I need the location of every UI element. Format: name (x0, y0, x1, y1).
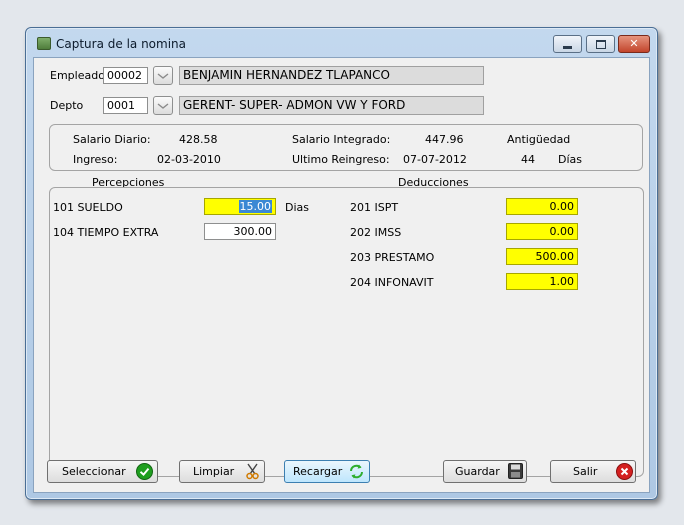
prestamo-input[interactable]: 500.00 (506, 248, 578, 265)
infonavit-input[interactable]: 1.00 (506, 273, 578, 290)
tiempo-extra-input[interactable]: 300.00 (204, 223, 276, 240)
deduccion-label: 201 ISPT (350, 201, 399, 214)
app-icon (37, 37, 51, 50)
depto-code-input[interactable]: 0001 (103, 97, 148, 114)
main-window: Captura de la nomina ✕ Empleado 00002 BE… (25, 27, 658, 500)
empleado-code-input[interactable]: 00002 (103, 67, 148, 84)
deduccion-label: 204 INFONAVIT (350, 276, 434, 289)
recargar-button[interactable]: Recargar (284, 460, 370, 483)
form-area: Empleado 00002 BENJAMIN HERNANDEZ TLAPAN… (33, 57, 650, 493)
seleccionar-label: Seleccionar (62, 465, 126, 478)
sueldo-input[interactable]: 15.00 (204, 198, 276, 215)
title-bar[interactable]: Captura de la nomina ✕ (26, 28, 657, 56)
floppy-disk-icon (508, 463, 523, 479)
close-window-button[interactable]: ✕ (618, 35, 650, 53)
chevron-down-icon (157, 103, 169, 109)
limpiar-button[interactable]: Limpiar (179, 460, 265, 483)
close-icon (616, 463, 633, 480)
antiguedad-value: 44 (521, 153, 535, 166)
ispt-input[interactable]: 0.00 (506, 198, 578, 215)
sueldo-unit-label: Dias (285, 201, 309, 214)
refresh-icon (350, 464, 363, 479)
scissors-icon (246, 463, 259, 480)
salario-integrado-label: Salario Integrado: (292, 133, 391, 146)
check-icon (136, 463, 153, 480)
deduccion-label: 203 PRESTAMO (350, 251, 435, 264)
salir-label: Salir (573, 465, 598, 478)
imss-input[interactable]: 0.00 (506, 223, 578, 240)
antiguedad-label: Antigüedad (507, 133, 571, 146)
percepcion-label: 104 TIEMPO EXTRA (53, 226, 159, 239)
window-title: Captura de la nomina (56, 37, 187, 51)
dias-label: Días (558, 153, 582, 166)
depto-name-field: GERENT- SUPER- ADMON VW Y FORD (179, 96, 484, 115)
empleado-dropdown-button[interactable] (153, 66, 173, 85)
seleccionar-button[interactable]: Seleccionar (47, 460, 158, 483)
ingreso-value: 02-03-2010 (157, 153, 221, 166)
minimize-icon (563, 45, 572, 49)
salir-button[interactable]: Salir (550, 460, 636, 483)
ultimo-reingreso-value: 07-07-2012 (403, 153, 467, 166)
maximize-button[interactable] (586, 35, 615, 53)
chevron-down-icon (157, 73, 169, 79)
limpiar-label: Limpiar (193, 465, 235, 478)
close-window-icon: ✕ (629, 37, 639, 50)
empleado-name-field: BENJAMIN HERNANDEZ TLAPANCO (179, 66, 484, 85)
ingreso-label: Ingreso: (73, 153, 118, 166)
percepcion-label: 101 SUELDO (53, 201, 123, 214)
salario-diario-value: 428.58 (179, 133, 218, 146)
conceptos-panel: 101 SUELDO 15.00 Dias 104 TIEMPO EXTRA 3… (49, 187, 644, 477)
minimize-button[interactable] (553, 35, 582, 53)
salario-integrado-value: 447.96 (425, 133, 464, 146)
ultimo-reingreso-label: Ultimo Reingreso: (292, 153, 390, 166)
depto-label: Depto (50, 99, 84, 112)
depto-dropdown-button[interactable] (153, 96, 173, 115)
guardar-label: Guardar (455, 465, 500, 478)
deduccion-label: 202 IMSS (350, 226, 402, 239)
info-panel: Salario Diario: 428.58 Salario Integrado… (49, 124, 643, 171)
empleado-label: Empleado (50, 69, 105, 82)
maximize-icon (595, 39, 606, 49)
guardar-button[interactable]: Guardar (443, 460, 527, 483)
recargar-label: Recargar (293, 465, 343, 478)
salario-diario-label: Salario Diario: (73, 133, 151, 146)
sueldo-value: 15.00 (238, 200, 272, 213)
